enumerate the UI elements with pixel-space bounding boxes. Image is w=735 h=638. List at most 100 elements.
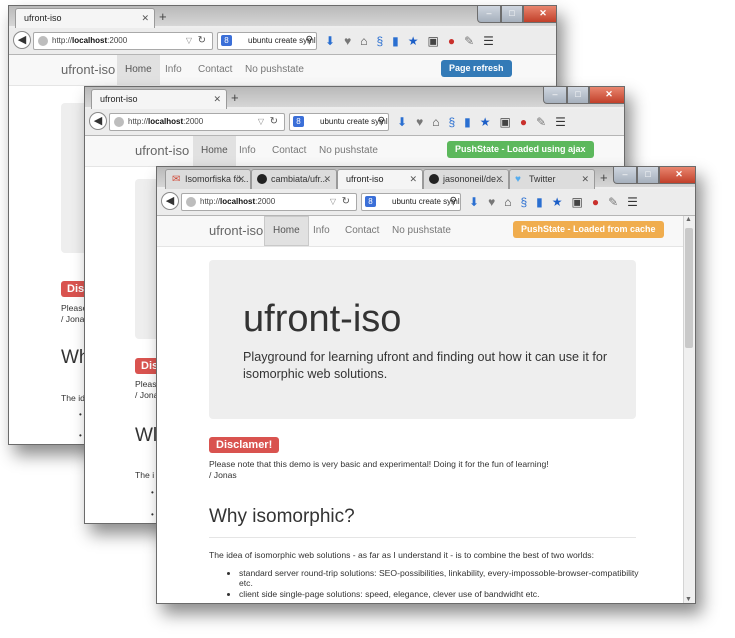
dropdown-arrow-icon[interactable]: ▽ [330, 194, 336, 210]
download-icon[interactable]: ⬇ [469, 194, 479, 210]
scrollbar-thumb[interactable] [685, 228, 693, 348]
tab-isomorfiska[interactable]: ✉ Isomorfiska fö... ✕ [165, 169, 251, 189]
back-arrow-icon[interactable]: ◀ [89, 112, 107, 130]
site-brand[interactable]: ufront-iso [135, 143, 189, 158]
extension-icon[interactable]: ✎ [536, 114, 546, 130]
nav-home[interactable]: Home [117, 55, 160, 85]
sidebar-icon[interactable]: ▮ [464, 114, 471, 130]
menu-icon[interactable]: ☰ [483, 33, 494, 49]
magnifier-icon[interactable]: ⚲ [378, 114, 385, 130]
new-tab-icon[interactable]: + [231, 90, 239, 105]
nav-info[interactable]: Info [157, 55, 190, 85]
home-icon[interactable]: ⌂ [504, 194, 511, 210]
close-tab-icon[interactable]: ✕ [323, 170, 331, 189]
nav-no-pushstate[interactable]: No pushstate [237, 55, 312, 85]
bookmark-star-icon[interactable]: ★ [552, 194, 563, 210]
site-brand[interactable]: ufront-iso [209, 223, 263, 238]
pocket-icon[interactable]: ♥ [344, 33, 351, 49]
nav-contact[interactable]: Contact [190, 55, 240, 85]
sidebar-icon[interactable]: ▮ [392, 33, 399, 49]
nav-contact[interactable]: Contact [264, 136, 314, 166]
reload-icon[interactable]: ↻ [342, 194, 350, 210]
search-bar[interactable]: 8 ubuntu create symli ⚲ [361, 193, 461, 211]
close-window-icon[interactable]: ✕ [659, 167, 695, 184]
close-window-icon[interactable]: ✕ [589, 87, 624, 104]
close-tab-icon[interactable]: ✕ [495, 170, 503, 189]
search-bar[interactable]: 8 ubuntu create symli ⚲ [217, 32, 317, 50]
nav-no-pushstate[interactable]: No pushstate [311, 136, 386, 166]
clipboard-icon[interactable]: ▣ [428, 33, 439, 49]
nav-home[interactable]: Home [193, 136, 236, 166]
nav-no-pushstate[interactable]: No pushstate [384, 216, 459, 246]
adblock-icon[interactable]: ● [592, 194, 599, 210]
scrollbar[interactable]: ▲ ▼ [683, 216, 695, 603]
download-icon[interactable]: ⬇ [325, 33, 335, 49]
close-tab-icon[interactable]: ✕ [409, 170, 417, 189]
maximize-icon[interactable]: □ [567, 87, 589, 104]
menu-icon[interactable]: ☰ [555, 114, 566, 130]
new-tab-icon[interactable]: + [159, 9, 167, 24]
jumbotron-title: ufront-iso [243, 298, 402, 340]
sidebar-icon[interactable]: ▮ [536, 194, 543, 210]
sync-icon[interactable]: § [376, 33, 383, 49]
url-bar[interactable]: http://localhost:2000 ▽ ↻ [181, 193, 357, 211]
tab-jasononeil[interactable]: jasononeil/de... ✕ [423, 169, 509, 189]
clipboard-icon[interactable]: ▣ [500, 114, 511, 130]
dropdown-arrow-icon[interactable]: ▽ [186, 33, 192, 49]
download-icon[interactable]: ⬇ [397, 114, 407, 130]
search-bar[interactable]: 8 ubuntu create symli ⚲ [289, 113, 389, 131]
url-host: localhost [220, 197, 256, 206]
list-item: standard server round-trip solutions: SE… [239, 568, 639, 588]
scroll-up-icon[interactable]: ▲ [685, 216, 692, 223]
pocket-icon[interactable]: ♥ [416, 114, 423, 130]
home-icon[interactable]: ⌂ [360, 33, 367, 49]
sync-icon[interactable]: § [520, 194, 527, 210]
tab-ufront-iso[interactable]: ufront-iso ✕ [15, 8, 155, 28]
nav-contact[interactable]: Contact [337, 216, 387, 246]
maximize-icon[interactable]: □ [501, 6, 523, 23]
pocket-icon[interactable]: ♥ [488, 194, 495, 210]
minimize-icon[interactable]: – [543, 87, 567, 104]
bullet-text-cont: etc. [239, 578, 253, 588]
extension-icon[interactable]: ✎ [464, 33, 474, 49]
nav-home[interactable]: Home [264, 216, 309, 246]
browser-toolbar: ◀ http://localhost:2000 ▽ ↻ 8 ubuntu cre… [85, 109, 624, 136]
scroll-down-icon[interactable]: ▼ [685, 596, 692, 603]
tab-ufront-iso[interactable]: ufront-iso ✕ [91, 89, 227, 109]
close-tab-icon[interactable]: ✕ [213, 90, 221, 109]
bookmark-star-icon[interactable]: ★ [480, 114, 491, 130]
url-bar[interactable]: http://localhost:2000 ▽ ↻ [109, 113, 285, 131]
adblock-icon[interactable]: ● [448, 33, 455, 49]
tab-ufront-iso[interactable]: ufront-iso ✕ [337, 169, 423, 189]
bullet-text: client side single-page solutions: speed… [239, 589, 540, 599]
site-navbar: ufront-iso Home Info Contact No pushstat… [85, 136, 624, 167]
sync-icon[interactable]: § [448, 114, 455, 130]
nav-info[interactable]: Info [305, 216, 338, 246]
close-window-icon[interactable]: ✕ [523, 6, 556, 23]
maximize-icon[interactable]: □ [637, 167, 659, 184]
magnifier-icon[interactable]: ⚲ [306, 33, 313, 49]
menu-icon[interactable]: ☰ [627, 194, 638, 210]
home-icon[interactable]: ⌂ [432, 114, 439, 130]
back-arrow-icon[interactable]: ◀ [161, 192, 179, 210]
extension-icon[interactable]: ✎ [608, 194, 618, 210]
close-tab-icon[interactable]: ✕ [581, 170, 589, 189]
close-tab-icon[interactable]: ✕ [237, 170, 245, 189]
minimize-icon[interactable]: – [477, 6, 501, 23]
nav-info[interactable]: Info [231, 136, 264, 166]
reload-icon[interactable]: ↻ [270, 114, 278, 130]
tab-twitter[interactable]: ♥ Twitter ✕ [509, 169, 595, 189]
clipboard-icon[interactable]: ▣ [572, 194, 583, 210]
minimize-icon[interactable]: – [613, 167, 637, 184]
url-bar[interactable]: http://localhost:2000 ▽ ↻ [33, 32, 213, 50]
adblock-icon[interactable]: ● [520, 114, 527, 130]
tab-cambiata[interactable]: cambiata/ufr... ✕ [251, 169, 337, 189]
new-tab-icon[interactable]: + [600, 170, 608, 185]
site-brand[interactable]: ufront-iso [61, 62, 115, 77]
magnifier-icon[interactable]: ⚲ [450, 194, 457, 210]
bookmark-star-icon[interactable]: ★ [408, 33, 419, 49]
close-tab-icon[interactable]: ✕ [141, 9, 149, 28]
dropdown-arrow-icon[interactable]: ▽ [258, 114, 264, 130]
back-arrow-icon[interactable]: ◀ [13, 31, 31, 49]
reload-icon[interactable]: ↻ [198, 33, 206, 49]
